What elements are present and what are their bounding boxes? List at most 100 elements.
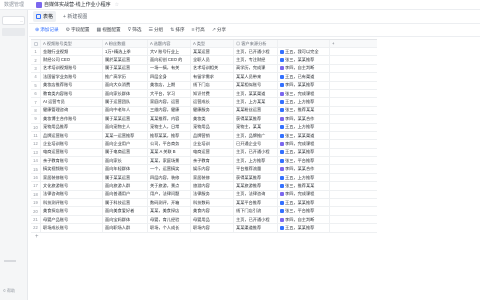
table-cell[interactable]: 某某，美食探店: [148, 207, 191, 215]
table-cell[interactable]: 大V 账号行业上: [148, 48, 191, 56]
table-cell[interactable]: 企业培训账号: [41, 140, 103, 148]
sort-button[interactable]: ⇅ 排序: [170, 27, 184, 33]
table-cell[interactable]: 主页，上方推荐: [234, 157, 278, 165]
table-cell[interactable]: 王五，我可以完全: [278, 48, 330, 56]
table-cell[interactable]: 面向普通用户: [103, 190, 148, 199]
table-cell[interactable]: 某某旅游推荐: [234, 182, 278, 190]
table-cell[interactable]: 法律咨询账号: [41, 190, 103, 199]
table-cell[interactable]: 美妆类: [191, 115, 234, 123]
table-row[interactable]: 3 艺术培训视频账号 属于某某运营 一场一搞，有关 艺术培训相关 高学历，完成课 李四，自主…: [31, 64, 377, 74]
table-cell[interactable]: 金融行业视频: [41, 48, 103, 56]
table-cell[interactable]: 获得某某推荐: [234, 115, 278, 123]
table-cell[interactable]: AI 运营专员: [41, 98, 103, 106]
row-number[interactable]: 20: [31, 207, 41, 215]
table-cell[interactable]: 李四，某某合作: [278, 115, 330, 123]
table-cell[interactable]: 某某相似账号: [234, 81, 278, 89]
table-cell[interactable]: 家庭内容，运营: [148, 98, 191, 106]
column-header[interactable]: ◎ 客户来源分析: [234, 40, 278, 47]
table-cell[interactable]: 线下门店引流: [234, 207, 278, 215]
table-cell[interactable]: 主页，专注财经: [234, 56, 278, 64]
person-tag[interactable]: 李四，某某合作: [280, 116, 314, 122]
table-cell[interactable]: 主页，已开通小程: [234, 148, 278, 157]
table-cell[interactable]: 文化旅游账号: [41, 182, 103, 190]
table-cell[interactable]: 主页，已开通小程: [234, 48, 278, 56]
table-row[interactable]: 16 家居装修账号 属于某某运营 四层内容，装修 家居装修 获得某某推荐 王五，上方推荐: [31, 173, 377, 183]
column-header[interactable]: [278, 40, 330, 47]
row-number[interactable]: 21: [31, 215, 41, 224]
table-cell[interactable]: 财经公司 CEO: [41, 56, 103, 64]
table-cell[interactable]: 电商运营: [191, 148, 234, 157]
table-row[interactable]: 9 美妆博主合作账号 属于某某运营 某某推荐，内容 美妆类 获得某某推荐 李四，某某合作: [31, 115, 377, 124]
document-title-area[interactable]: 自媒体实战营-线上作业小程序 ☆: [36, 1, 119, 8]
table-cell[interactable]: 职场，个人成长: [148, 224, 191, 232]
star-icon[interactable]: ☆: [115, 2, 119, 8]
table-cell[interactable]: 艺术培训视频账号: [41, 64, 103, 73]
table-cell[interactable]: 王五，上方推荐: [278, 123, 330, 131]
person-tag[interactable]: 王五，上方推荐: [280, 99, 314, 105]
table-cell[interactable]: 李四，自主判断: [278, 64, 330, 73]
table-cell[interactable]: 主页，上方某某: [234, 98, 278, 106]
table-cell[interactable]: 面向年轻群体: [103, 165, 148, 173]
empty-cell[interactable]: [330, 207, 342, 214]
table-cell[interactable]: 李四，某某合作: [278, 165, 330, 173]
table-row[interactable]: 21 母婴产品账号 面向宝妈群体 母婴，育儿经验 母婴用品 主页，已开通小程 李四，自主判断: [31, 215, 377, 225]
table-cell[interactable]: 张三，某某渠道: [278, 131, 330, 140]
table-row[interactable]: 10 宠物用品推荐 面向宠物主人 宠物主人，日常 宠物用品 宠物主，某某 王五，上方推荐: [31, 123, 377, 132]
person-tag[interactable]: 李四，某某合作: [280, 166, 314, 172]
empty-cell[interactable]: [330, 73, 342, 80]
table-cell[interactable]: 职场内容: [191, 224, 234, 232]
table-cell[interactable]: 旅游内容: [191, 182, 234, 190]
person-tag[interactable]: 王五，上方推荐: [280, 124, 314, 130]
view-config-button[interactable]: ▦ 视图配置: [96, 27, 120, 33]
table-cell[interactable]: 家居装修: [191, 173, 234, 182]
empty-cell[interactable]: [330, 132, 342, 139]
share-button[interactable]: ↗ 分享: [212, 27, 226, 33]
table-cell[interactable]: 知识付费: [191, 89, 234, 98]
table-cell[interactable]: 母婴产品账号: [41, 215, 103, 224]
table-cell[interactable]: 一场一搞，有关: [148, 64, 191, 73]
row-number[interactable]: 13: [31, 148, 41, 157]
table-cell[interactable]: 家居装修账号: [41, 173, 103, 182]
table-cell[interactable]: 母婴，育儿经验: [148, 215, 191, 224]
empty-cell[interactable]: [330, 191, 342, 198]
filter-button[interactable]: ⊽ 筛选: [128, 27, 142, 33]
table-cell[interactable]: 教育类内容账号: [41, 89, 103, 98]
person-tag[interactable]: 王五，某某推荐: [280, 149, 314, 155]
table-cell[interactable]: 四层内容，装修: [148, 173, 191, 182]
table-cell[interactable]: 亲子教育账号: [41, 157, 103, 165]
row-number[interactable]: 1: [31, 48, 41, 56]
empty-cell[interactable]: [330, 182, 342, 189]
person-tag[interactable]: 张三，平台推荐: [280, 208, 314, 214]
person-tag[interactable]: 王五，某某推荐: [280, 200, 314, 206]
table-cell[interactable]: 运营成长: [191, 98, 234, 106]
table-cell[interactable]: 法律服务: [191, 190, 234, 199]
table-cell[interactable]: 张三，推荐某某: [278, 106, 330, 115]
table-row[interactable]: 5 美妆店推荐账号 面向大众消费 美妆店，上期 线下门店 某某相似账号 李四，某某推荐: [31, 81, 377, 90]
row-number[interactable]: 5: [31, 81, 41, 89]
empty-cell[interactable]: [330, 65, 342, 72]
row-number[interactable]: 4: [31, 73, 41, 81]
row-number[interactable]: 16: [31, 173, 41, 182]
person-tag[interactable]: 李四，自主判断: [280, 217, 314, 223]
row-number[interactable]: 22: [31, 224, 41, 232]
table-cell[interactable]: 线下门店: [191, 81, 234, 89]
sidebar-item[interactable]: [2, 28, 25, 36]
table-cell[interactable]: 某某平台推荐: [234, 199, 278, 207]
field-config-button[interactable]: ⚙ 字段配置: [66, 27, 90, 33]
table-cell[interactable]: 美食内容: [191, 207, 234, 215]
table-row[interactable]: 17 文化旅游账号 面向旅游人群 关于旅游，景点 旅游内容 某某旅游推荐 张三，推荐某某: [31, 182, 377, 191]
table-cell[interactable]: 李四，完成课程: [278, 140, 330, 148]
row-number[interactable]: 8: [31, 106, 41, 115]
table-cell[interactable]: 健康服务: [191, 106, 234, 115]
row-number[interactable]: 17: [31, 182, 41, 190]
table-cell[interactable]: 主页，品牌推广: [234, 131, 278, 140]
table-cell[interactable]: 主页，法律咨询: [234, 190, 278, 199]
person-tag[interactable]: 张三，推荐某某: [280, 107, 314, 113]
table-cell[interactable]: 李四，某某推荐: [278, 81, 330, 89]
table-cell[interactable]: 面向宝妈群体: [103, 215, 148, 224]
table-cell[interactable]: 美妆店推荐账号: [41, 81, 103, 89]
tab-table[interactable]: 表格: [33, 11, 57, 22]
table-cell[interactable]: 艺术培训相关: [191, 64, 234, 73]
person-tag[interactable]: 李四，自主判断: [280, 65, 314, 71]
table-cell[interactable]: 面向旅游人群: [103, 182, 148, 190]
